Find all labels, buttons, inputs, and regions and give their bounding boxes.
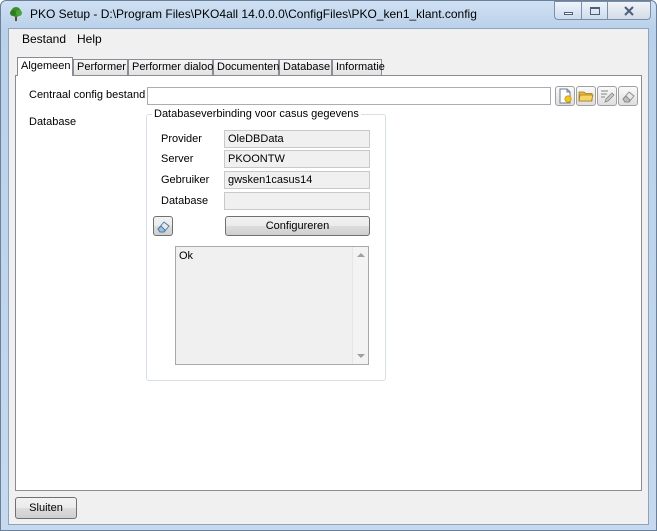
edit-config-button[interactable]: [597, 86, 617, 106]
tab-informatie[interactable]: Informatie: [332, 59, 385, 75]
close-window-button[interactable]: [607, 1, 651, 20]
server-label: Server: [161, 153, 194, 165]
db-name-label: Database: [161, 195, 209, 207]
tab-performer[interactable]: Performer: [73, 59, 128, 75]
central-config-input[interactable]: [147, 87, 551, 105]
close-icon: [624, 5, 634, 16]
tab-performer-dialoog[interactable]: Performer dialoog: [128, 59, 219, 75]
minimize-button[interactable]: [554, 1, 581, 20]
memo-scrollbar[interactable]: [352, 247, 368, 364]
app-window: PKO Setup - D:\Program Files\PKO4all 14.…: [0, 0, 657, 531]
db-name-field: [224, 192, 370, 210]
tab-documenten[interactable]: Documenten: [213, 59, 279, 75]
tree-icon: [8, 6, 24, 22]
new-config-button[interactable]: [555, 86, 575, 106]
server-field: PKOONTW: [224, 150, 370, 168]
eraser-icon: [622, 91, 635, 103]
minimize-icon: [563, 12, 573, 15]
clear-config-button[interactable]: [618, 86, 638, 106]
client-area: Bestand Help Algemeen Performer Performe…: [8, 28, 649, 525]
open-config-button[interactable]: [576, 86, 596, 106]
scroll-up-icon[interactable]: [357, 253, 365, 257]
central-config-label: Centraal config bestand: [29, 89, 146, 101]
provider-label: Provider: [161, 133, 202, 145]
maximize-button[interactable]: [581, 1, 607, 20]
caption-buttons: [554, 1, 651, 20]
menu-bar: Bestand Help: [9, 29, 648, 49]
status-memo[interactable]: Ok: [175, 246, 369, 365]
edit-icon: [601, 90, 615, 103]
menu-help[interactable]: Help: [77, 32, 102, 46]
user-label: Gebruiker: [161, 174, 210, 186]
scroll-down-icon[interactable]: [357, 354, 365, 358]
new-file-icon: [559, 88, 572, 104]
user-field: gwsken1casus14: [224, 171, 370, 189]
clear-connection-button[interactable]: [153, 216, 173, 236]
status-text: Ok: [179, 250, 194, 262]
database-connection-group: Databaseverbinding voor casus gegevens P…: [146, 108, 386, 381]
tab-algemeen[interactable]: Algemeen: [17, 57, 73, 76]
database-label: Database: [29, 116, 77, 128]
window-title: PKO Setup - D:\Program Files\PKO4all 14.…: [30, 7, 477, 21]
close-button[interactable]: Sluiten: [15, 497, 77, 519]
tab-database[interactable]: Database: [279, 59, 332, 75]
menu-bestand[interactable]: Bestand: [22, 32, 66, 46]
eraser-icon: [157, 221, 170, 233]
tab-page-algemeen: Centraal config bestand Database Databas…: [15, 75, 642, 491]
provider-field: OleDBData: [224, 130, 370, 148]
configure-button[interactable]: Configureren: [225, 216, 370, 236]
maximize-icon: [589, 6, 600, 15]
open-folder-icon: [578, 91, 594, 102]
title-bar[interactable]: PKO Setup - D:\Program Files\PKO4all 14.…: [1, 1, 656, 28]
group-title: Databaseverbinding voor casus gegevens: [152, 108, 361, 120]
